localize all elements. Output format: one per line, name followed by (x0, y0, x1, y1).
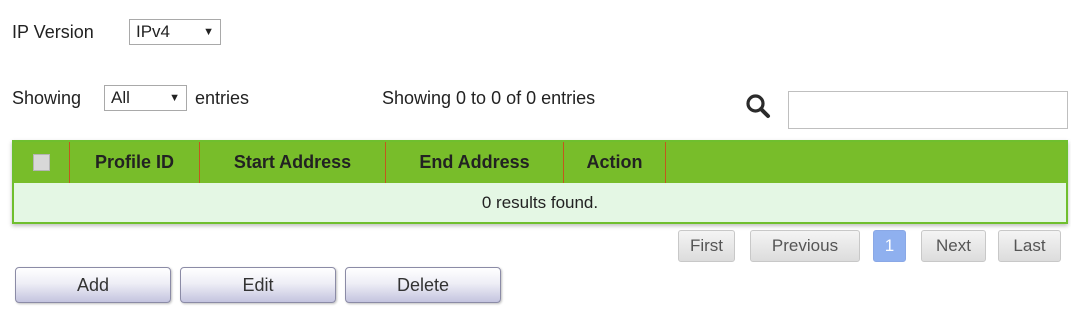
pagination-previous-button[interactable]: Previous (750, 230, 860, 262)
profile-table: Profile ID Start Address End Address Act… (12, 140, 1068, 224)
column-header-start-address[interactable]: Start Address (200, 142, 386, 183)
entries-label: entries (195, 88, 250, 108)
showing-label: Showing (12, 88, 82, 108)
column-header-profile-id[interactable]: Profile ID (70, 142, 200, 183)
search-input[interactable] (788, 91, 1068, 129)
empty-results-row: 0 results found. (14, 183, 1066, 222)
pagination-first-button[interactable]: First (678, 230, 735, 262)
add-button[interactable]: Add (15, 267, 171, 303)
empty-results-message: 0 results found. (481, 192, 599, 212)
column-header-end-address[interactable]: End Address (386, 142, 564, 183)
pagination-last-button[interactable]: Last (998, 230, 1061, 262)
pagination-next-button[interactable]: Next (921, 230, 986, 262)
column-header-spacer (666, 142, 1066, 183)
ip-version-value: IPv4 (136, 22, 171, 41)
entries-summary: Showing 0 to 0 of 0 entries (382, 88, 596, 108)
edit-button[interactable]: Edit (180, 267, 336, 303)
pagination-page-1-button[interactable]: 1 (873, 230, 906, 262)
table-header: Profile ID Start Address End Address Act… (14, 142, 1066, 183)
entries-per-page-value: All (111, 88, 130, 107)
delete-button[interactable]: Delete (345, 267, 501, 303)
chevron-down-icon: ▼ (203, 26, 214, 38)
header-select-all-cell (14, 142, 70, 183)
entries-per-page-select[interactable]: All ▼ (104, 85, 187, 111)
select-all-checkbox[interactable] (33, 154, 50, 171)
column-header-action: Action (564, 142, 666, 183)
chevron-down-icon: ▼ (169, 92, 180, 104)
ip-version-label: IP Version (12, 22, 94, 42)
search-icon[interactable] (745, 93, 771, 119)
ip-version-select[interactable]: IPv4 ▼ (129, 19, 221, 45)
